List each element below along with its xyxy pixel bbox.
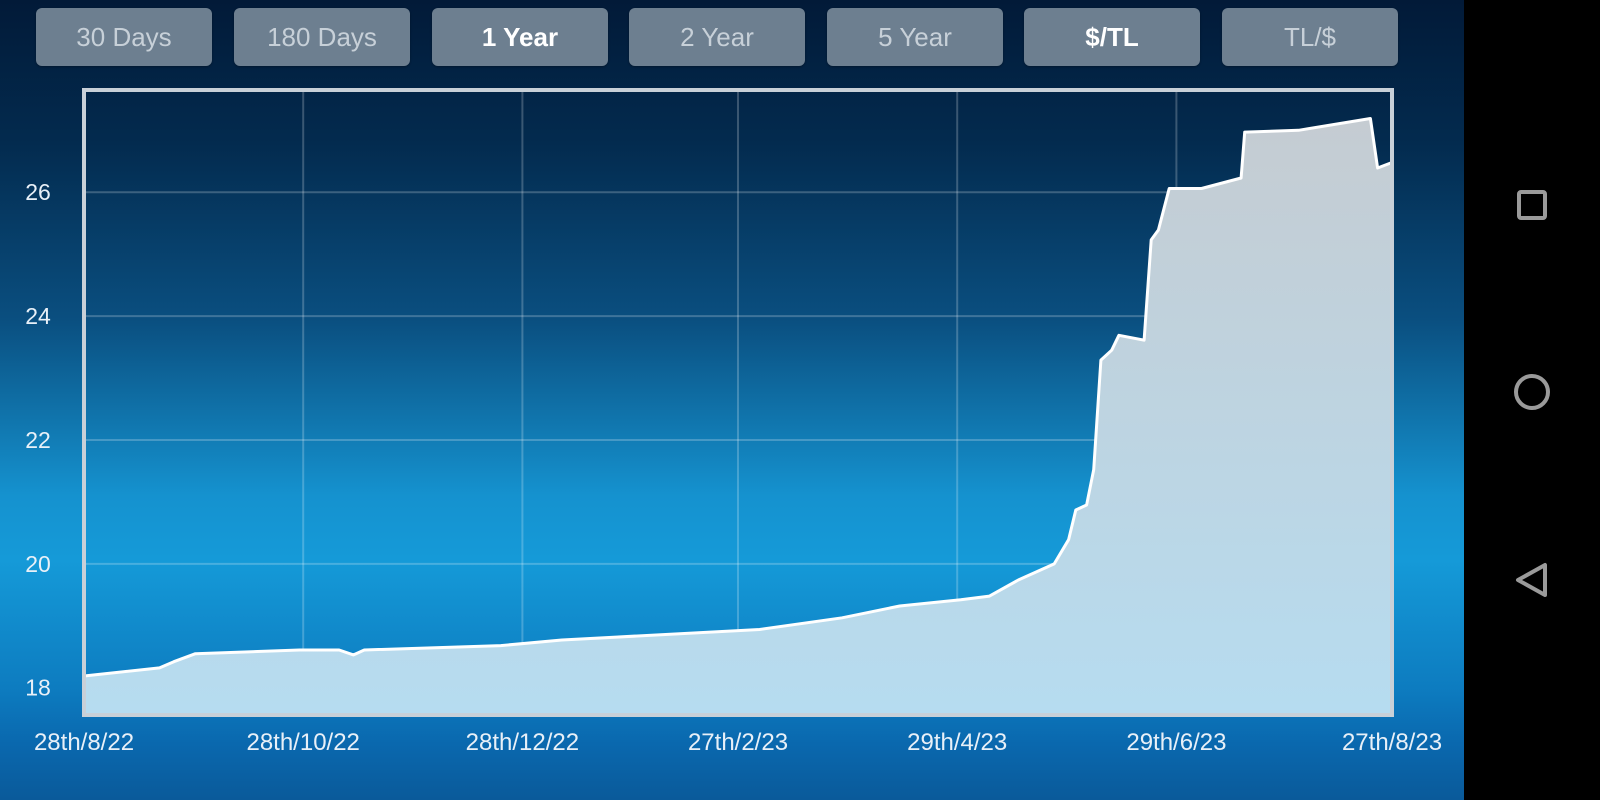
square-icon (1517, 190, 1547, 220)
circle-icon (1514, 374, 1550, 410)
x-axis: 28th/8/22 28th/10/22 28th/12/22 27th/2/23 29… (34, 729, 1442, 756)
x-tick-label: 29th/6/23 (1126, 729, 1226, 756)
x-tick-label: 28th/12/22 (466, 729, 579, 756)
y-tick-label: 22 (25, 427, 51, 453)
y-tick-label: 26 (25, 179, 51, 205)
home-button[interactable] (1502, 362, 1562, 422)
y-tick-label: 20 (25, 551, 51, 577)
x-tick-label: 27th/2/23 (688, 729, 788, 756)
chart: 18 20 22 24 26 28th/8/22 28th/10/22 28th/12/22… (25, 88, 1442, 756)
y-axis: 18 20 22 24 26 (25, 179, 51, 701)
recents-button[interactable] (1502, 175, 1562, 235)
android-nav-bar (1464, 0, 1600, 800)
x-tick-label: 28th/8/22 (34, 729, 134, 756)
y-tick-label: 18 (25, 675, 51, 701)
x-tick-label: 29th/4/23 (907, 729, 1007, 756)
back-button[interactable] (1502, 550, 1562, 610)
x-tick-label: 28th/10/22 (246, 729, 359, 756)
triangle-left-icon (1516, 563, 1547, 597)
y-tick-label: 24 (25, 303, 51, 329)
app-screen: 30 Days 180 Days 1 Year 2 Year 5 Year $/TL TL/… (0, 0, 1464, 800)
x-tick-label: 27th/8/23 (1342, 729, 1442, 756)
